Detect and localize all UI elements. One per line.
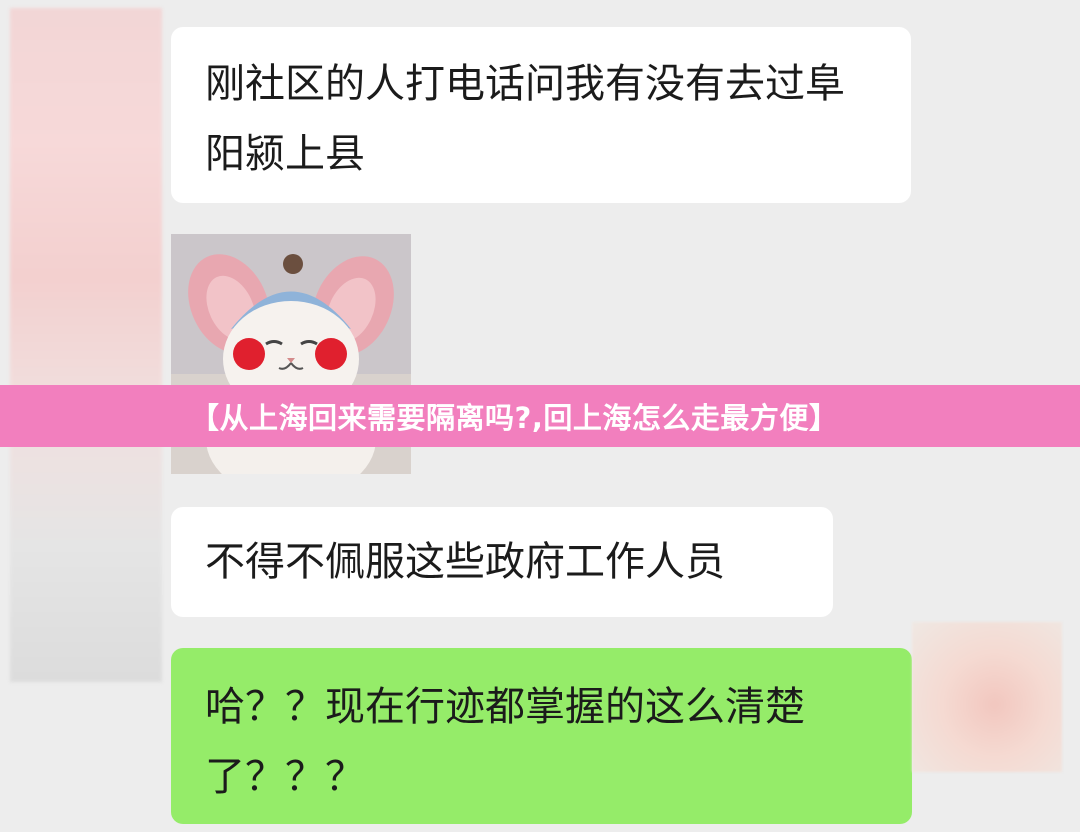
banner-text: 【从上海回来需要隔离吗?,回上海怎么走最方便】 xyxy=(190,401,839,435)
message-text-3: 不得不佩服这些政府工作人员 xyxy=(205,539,725,585)
message-bubble-3[interactable]: 不得不佩服这些政府工作人员 xyxy=(171,507,833,617)
message-text-1: 刚社区的人打电话问我有没有去过阜阳颍上县 xyxy=(205,61,845,177)
my-avatar[interactable] xyxy=(912,622,1062,772)
contact-avatar[interactable] xyxy=(10,8,162,682)
message-text-4: 哈？？现在行迹都掌握的这么清楚了？？？ xyxy=(205,684,805,800)
message-bubble-4[interactable]: 哈？？现在行迹都掌握的这么清楚了？？？ xyxy=(171,648,912,824)
message-bubble-1[interactable]: 刚社区的人打电话问我有没有去过阜阳颍上县 xyxy=(171,27,911,203)
title-banner: 【从上海回来需要隔离吗?,回上海怎么走最方便】 xyxy=(0,385,1080,447)
